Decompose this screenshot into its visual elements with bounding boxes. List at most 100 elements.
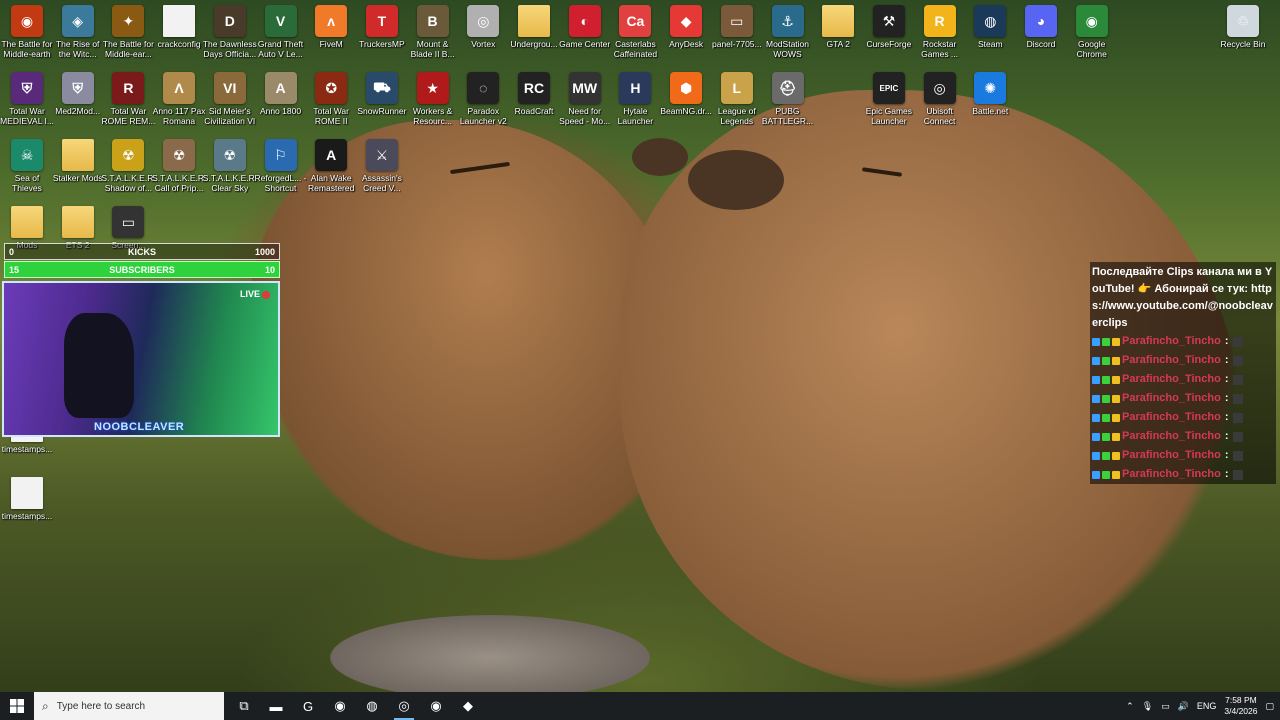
chat-badge-icon [1102,451,1110,460]
start-button[interactable] [0,692,34,720]
app-icon: B [416,5,449,37]
desktop-icon[interactable]: T TruckersMP [356,5,408,49]
desktop-icon-label: CurseForge [866,39,912,49]
desktop-icon[interactable]: L League of Legends [711,72,763,126]
desktop-icon[interactable]: VI Sid Meier's Civilization VI [204,72,256,126]
desktop-icon[interactable]: A Alan Wake Remastered [305,139,357,193]
desktop-icon[interactable]: H Hytale Launcher [609,72,661,126]
desktop-icon[interactable]: RC RoadCraft [508,72,560,116]
desktop-icon[interactable]: ☠ Sea of Thieves [1,139,53,193]
chat-row: Parafincho_Tincho: [1090,427,1276,446]
desktop-icon-label: Assassin's Creed V... [361,173,402,193]
chat-badge-icon [1112,470,1120,479]
file-icon [11,477,43,509]
app-icon: VI [213,72,246,104]
windows-icon [10,699,24,713]
desktop-icon[interactable]: V Grand Theft Auto V Le... [255,5,307,59]
chrome-icon[interactable]: ◉ [420,692,452,720]
desktop-icon[interactable]: Stalker Mods [52,139,104,183]
desktop-icon-label: The Battle for Middle-ear... [102,39,154,59]
system-tray: ⌃ 🎙 ▭ 🔊 ENG 7:58 PM 3/4/2026 ▢ [1126,692,1280,720]
app-icon: MW [568,72,601,104]
desktop-icon-label: SnowRunner [357,106,407,116]
desktop-icon[interactable]: ✦ The Battle for Middle-ear... [102,5,154,59]
tray-overflow-icon[interactable]: ⌃ [1126,701,1134,712]
desktop-icon[interactable]: ▭ panel-7705... [711,5,763,49]
desktop-icon[interactable]: crackconfig [153,5,205,49]
desktop-icon[interactable]: A Anno 1800 [255,72,307,116]
chrome-profile-icon[interactable]: ◉ [324,692,356,720]
notification-icon[interactable]: ▢ [1265,701,1274,712]
chat-emote-icon [1232,393,1243,404]
app-icon: D [213,5,246,37]
desktop-icon[interactable]: ◆ AnyDesk [660,5,712,49]
desktop-icon[interactable]: ◎ Vortex [457,5,509,49]
chat-separator: : [1224,449,1229,461]
desktop-icon[interactable]: ⚐ ReforgedL... - Shortcut [255,139,307,193]
desktop-icon-label: Vortex [471,39,496,49]
desktop-icon[interactable]: timestamps... [1,477,53,521]
microphone-icon[interactable]: 🎙 [1142,701,1153,712]
desktop-icon[interactable]: B Mount & Blade II B... [407,5,459,59]
desktop-icon[interactable]: ◌ Paradox Launcher v2 [457,72,509,126]
desktop-icon[interactable]: GTA 2 [812,5,864,49]
desktop-icon[interactable]: ⛨ Med2Mod... [52,72,104,116]
desktop-icon[interactable]: ⛨ Total War MEDIEVAL I... [0,72,54,126]
desktop-icon[interactable]: ◈ The Rise of the Witc... [52,5,104,59]
file-explorer-icon[interactable]: ▬ [260,692,292,720]
app-icon: ⚔ [365,139,398,171]
desktop-icon-label: Sid Meier's Civilization VI [204,106,256,126]
desktop-icon[interactable]: ⬢ BeamNG.dr... [660,72,712,116]
desktop-icon[interactable]: ⛟ SnowRunner [356,72,408,116]
desktop-icon[interactable]: ♲ Recycle Bin [1217,5,1269,49]
desktop-icon[interactable]: D The Dawnless Days Officia... [202,5,257,59]
github-icon[interactable]: G [292,692,324,720]
desktop-icon[interactable]: Ca Casterlabs Caffeinated [609,5,661,59]
clock[interactable]: 7:58 PM 3/4/2026 [1224,695,1257,717]
desktop-icon-label: Alan Wake Remastered [308,173,355,193]
subscribers-label: SUBSCRIBERS [109,264,175,275]
desktop-icon[interactable]: EPIC Epic Games Launcher [863,72,915,126]
desktop-icon[interactable]: ⚒ CurseForge [863,5,915,49]
desktop-icon[interactable]: ⚓ ModStation WOWS [762,5,814,59]
desktop-icon[interactable]: ☢ S.T.A.L.K.E.R. Shadow of... [101,139,155,193]
app-icon[interactable]: ◆ [452,692,484,720]
desktop-icon[interactable]: Undergrou... [508,5,560,49]
desktop-icon[interactable]: ◐ Game Center [559,5,611,49]
desktop-icon[interactable]: ◍ Steam [964,5,1016,49]
desktop-icon-label: The Dawnless Days Officia... [202,39,257,59]
desktop-icon[interactable]: ☢ S.T.A.L.K.E.R. Clear Sky [203,139,257,193]
desktop-icon[interactable]: R Total War ROME REM... [101,72,155,126]
chat-badge-icon [1102,356,1110,365]
desktop-icon[interactable]: MW Need for Speed - Mo... [559,72,611,126]
network-icon[interactable]: ▭ [1161,701,1170,712]
language-indicator[interactable]: ENG [1197,701,1217,711]
obs-icon[interactable]: ◎ [388,692,420,720]
desktop-icon-label: panel-7705... [711,39,762,49]
desktop-icon[interactable]: ✺ Battle.net [964,72,1016,116]
chat-row: Parafincho_Tincho: [1090,351,1276,370]
desktop-icon[interactable]: ◉ The Battle for Middle-earth [1,5,53,59]
desktop-icon-label: Med2Mod... [55,106,101,116]
desktop-icon[interactable]: Λ Anno 117 Pax Romana [153,72,205,126]
desktop-icon[interactable]: ◎ Ubisoft Connect [914,72,966,126]
desktop-icon[interactable]: ☢ S.T.A.L.K.E.R. Call of Prip... [152,139,206,193]
desktop-icon[interactable]: ⚔ Assassin's Creed V... [356,139,408,193]
desktop-icon[interactable]: R Rockstar Games ... [914,5,966,59]
desktop-icon[interactable]: ★ Workers & Resourc... [407,72,459,126]
app-icon: A [315,139,348,171]
taskbar-search-box[interactable]: ⌕ Type here to search [34,692,224,720]
desktop-icon[interactable]: ʌ FiveM [305,5,357,49]
desktop-icon[interactable]: ✪ Total War ROME II [305,72,357,126]
app-icon: ◌ [467,72,500,104]
folder-icon [518,5,550,37]
desktop-icon[interactable]: ⛑ PUBG BATTLEGR... [762,72,814,126]
volume-icon[interactable]: 🔊 [1178,701,1189,712]
task-view-icon[interactable]: ⧉ [228,692,260,720]
chat-badge-icon [1092,432,1100,441]
kicks-label: KICKS [127,246,156,257]
steam-icon[interactable]: ◍ [356,692,388,720]
desktop-icon-label: AnyDesk [669,39,704,49]
desktop-icon[interactable]: ◉ Google Chrome [1066,5,1118,59]
desktop-icon[interactable]: ◕ Discord [1015,5,1067,49]
